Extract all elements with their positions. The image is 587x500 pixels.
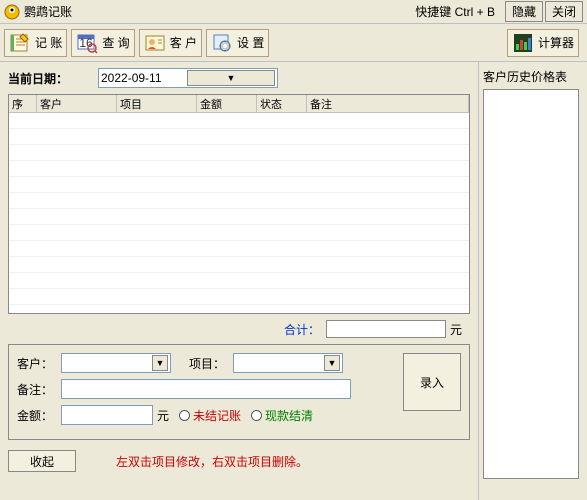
total-label: 合计： (284, 321, 320, 338)
hint-text: 左双击项目修改，右双击项目删除。 (116, 453, 308, 470)
customer-combo[interactable]: ▼ (61, 353, 171, 373)
grid-header: 序 客户 项目 金额 状态 备注 (9, 95, 469, 113)
project-field-label: 项目： (189, 355, 233, 372)
col-remark[interactable]: 备注 (307, 95, 469, 112)
customer-label: 客 户 (170, 34, 197, 51)
right-pane: 客户历史价格表 (478, 62, 584, 500)
chart-icon (512, 32, 534, 54)
calculator-button[interactable]: 计算器 (507, 29, 579, 57)
history-label: 客户历史价格表 (483, 68, 580, 85)
records-grid[interactable]: 序 客户 项目 金额 状态 备注 (8, 94, 470, 314)
radio-paid[interactable] (251, 410, 262, 421)
hide-button[interactable]: 隐藏 (505, 1, 543, 22)
gear-icon (211, 32, 233, 54)
customer-field-label: 客户： (17, 355, 61, 372)
settings-label: 设 置 (237, 34, 264, 51)
project-combo[interactable]: ▼ (233, 353, 343, 373)
radio-paid-label: 现款结清 (265, 407, 313, 424)
titlebar: 鹦鹉记账 快捷键 Ctrl + B 隐藏 关闭 (0, 0, 587, 24)
svg-text:16: 16 (80, 36, 94, 50)
remark-field-label: 备注： (17, 381, 61, 398)
record-label: 记 账 (35, 34, 62, 51)
chevron-down-icon: ▼ (324, 355, 340, 371)
col-status[interactable]: 状态 (257, 95, 307, 112)
col-seq[interactable]: 序 (9, 95, 37, 112)
ledger-icon (9, 32, 31, 54)
app-logo-icon (4, 4, 20, 20)
amount-input[interactable] (61, 405, 153, 425)
dropdown-arrow-icon: ▼ (187, 70, 275, 86)
amount-unit: 元 (157, 407, 169, 424)
calendar-search-icon: 16 (76, 32, 98, 54)
query-label: 查 询 (102, 34, 129, 51)
record-button[interactable]: 记 账 (4, 29, 67, 57)
remark-input[interactable] (61, 379, 351, 399)
total-value (326, 320, 446, 338)
radio-unpaid-label: 未结记账 (193, 407, 241, 424)
col-customer[interactable]: 客户 (37, 95, 117, 112)
query-button[interactable]: 16 查 询 (71, 29, 134, 57)
amount-field-label: 金额： (17, 407, 61, 424)
collapse-button[interactable]: 收起 (8, 450, 76, 472)
calculator-label: 计算器 (538, 34, 574, 51)
col-project[interactable]: 项目 (117, 95, 197, 112)
chevron-down-icon: ▼ (152, 355, 168, 371)
date-label: 当前日期： (8, 70, 98, 87)
col-amount[interactable]: 金额 (197, 95, 257, 112)
settings-button[interactable]: 设 置 (206, 29, 269, 57)
close-button[interactable]: 关闭 (545, 1, 583, 22)
date-select[interactable]: 2022-09-11 ▼ (98, 68, 278, 88)
total-unit: 元 (450, 321, 470, 338)
date-value: 2022-09-11 (101, 71, 187, 85)
left-pane: 当前日期： 2022-09-11 ▼ 序 客户 项目 金额 状态 备注 合计： (0, 62, 478, 500)
history-list[interactable] (483, 89, 579, 479)
user-card-icon (144, 32, 166, 54)
radio-unpaid[interactable] (179, 410, 190, 421)
submit-button[interactable]: 录入 (403, 353, 461, 411)
shortcut-hint: 快捷键 Ctrl + B (415, 3, 495, 20)
grid-body[interactable] (9, 113, 469, 313)
toolbar: 记 账 16 查 询 客 户 设 置 计算器 (0, 24, 587, 62)
entry-panel: 客户： ▼ 项目： ▼ 备注： 金额： 元 (8, 344, 470, 440)
customer-button[interactable]: 客 户 (139, 29, 202, 57)
app-title: 鹦鹉记账 (24, 3, 72, 20)
